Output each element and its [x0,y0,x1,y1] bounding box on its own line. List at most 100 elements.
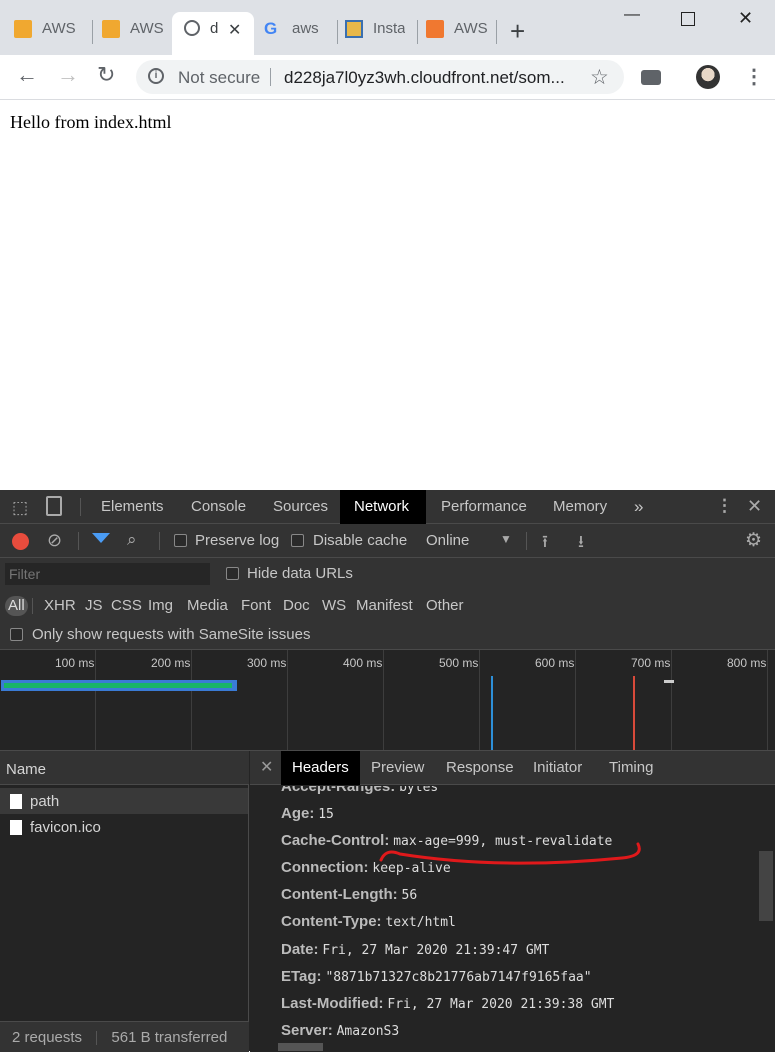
bookmark-star-icon[interactable]: ☆ [590,65,609,90]
type-css[interactable]: CSS [108,596,145,616]
tab-strip: AWS AWS d ✕ G aws Insta AWS + — ✕ [0,0,775,55]
info-icon[interactable]: i [148,68,164,84]
browser-tab-aws-3[interactable]: AWS [426,12,496,55]
devtools-menu-icon[interactable]: ⋮ [716,496,733,516]
new-tab-button[interactable]: + [510,18,525,44]
type-media[interactable]: Media [184,596,231,616]
filter-funnel-icon[interactable] [92,533,110,543]
type-doc[interactable]: Doc [280,596,313,616]
browser-tab-aws-1[interactable]: AWS [14,12,89,55]
request-name: favicon.ico [30,818,101,836]
detail-scrollbar[interactable] [759,851,773,921]
samesite-checkbox[interactable] [10,628,23,641]
notebook-icon [345,20,363,38]
timeline-tick: 500 ms [439,656,479,670]
timeline-gridline [767,650,768,750]
address-bar[interactable]: i Not secure d228ja7l0yz3wh.cloudfront.n… [136,60,624,94]
request-list: Name path favicon.ico 2 requests 561 B t… [0,751,249,1052]
type-js[interactable]: JS [82,596,106,616]
tab-initiator[interactable]: Initiator [522,751,593,785]
name-column-header[interactable]: Name [0,751,249,785]
type-all[interactable]: All [5,596,28,616]
reload-icon[interactable]: ↻ [97,64,115,86]
chevron-down-icon[interactable]: ▼ [500,532,512,546]
tab-headers[interactable]: Headers [281,751,360,785]
tab-sources[interactable]: Sources [263,490,338,524]
clear-icon[interactable]: ⊘ [47,530,62,551]
url-text[interactable]: d228ja7l0yz3wh.cloudfront.net/som... [284,68,574,88]
timeline-tick: 700 ms [631,656,671,670]
type-ws[interactable]: WS [319,596,349,616]
request-row[interactable]: favicon.ico [0,814,248,840]
search-icon[interactable]: ⌕ [127,530,137,550]
google-icon: G [264,19,278,38]
device-toolbar-icon[interactable] [46,496,62,516]
tab-separator [92,20,93,44]
browser-tab-instances[interactable]: Insta [345,12,415,55]
disable-cache-checkbox[interactable] [291,534,304,547]
network-overview-timeline[interactable]: 100 ms 200 ms 300 ms 400 ms 500 ms 600 m… [0,650,775,750]
dom-content-loaded-marker [491,676,493,750]
preserve-log-checkbox[interactable] [174,534,187,547]
timeline-tick: 200 ms [151,656,191,670]
type-xhr[interactable]: XHR [41,596,79,616]
forward-arrow-icon[interactable]: → [57,64,79,86]
type-other[interactable]: Other [423,596,467,616]
browser-tab-aws-2[interactable]: AWS [102,12,167,55]
maximize-icon[interactable] [681,12,695,26]
timeline-gridline [479,650,480,750]
browser-tab-active[interactable]: d ✕ [172,12,254,55]
type-img[interactable]: Img [145,596,176,616]
hide-data-urls-checkbox[interactable] [226,567,239,580]
timeline-gridline [671,650,672,750]
samesite-row: Only show requests with SameSite issues [0,622,775,650]
filter-input[interactable] [5,563,210,585]
horizontal-scrollbar[interactable] [278,1043,323,1051]
devtools-panel: ⬚ Elements Console Sources Network Perfo… [0,490,775,1052]
favicon-request-bar [664,680,674,683]
close-detail-icon[interactable]: ✕ [260,757,273,777]
timeline-gridline [383,650,384,750]
timeline-tick: 100 ms [55,656,95,670]
throttling-select[interactable]: Online [426,532,469,549]
profile-avatar[interactable] [696,65,720,89]
tab-separator [337,20,338,44]
camera-icon[interactable] [641,70,661,85]
record-icon[interactable] [12,533,29,550]
tab-separator [496,20,497,44]
timeline-gridline [191,650,192,750]
request-row[interactable]: path [0,788,248,814]
type-divider [32,598,33,614]
menu-kebab-icon[interactable]: ⋮ [744,64,764,89]
tab-response[interactable]: Response [435,751,525,785]
tab-timing[interactable]: Timing [598,751,664,785]
request-name: path [30,792,60,810]
type-font[interactable]: Font [238,596,274,616]
minimize-icon[interactable]: — [624,6,640,24]
settings-gear-icon[interactable]: ⚙ [745,529,762,552]
more-tabs-icon[interactable]: » [624,490,653,524]
back-arrow-icon[interactable]: ← [16,64,38,86]
browser-toolbar: ← → ↻ i Not secure d228ja7l0yz3wh.cloudf… [0,55,775,100]
tab-console[interactable]: Console [181,490,256,524]
close-tab-icon[interactable]: ✕ [228,20,241,40]
tab-performance[interactable]: Performance [431,490,537,524]
close-window-icon[interactable]: ✕ [738,8,753,29]
hide-data-urls-label: Hide data URLs [247,565,353,582]
tab-network[interactable]: Network [340,490,426,524]
timeline-gridline [287,650,288,750]
browser-tab-google[interactable]: G aws [264,12,336,55]
import-har-icon[interactable]: ⭱ [542,529,548,558]
request-count: 2 requests [12,1029,83,1046]
export-har-icon[interactable]: ⭳ [578,529,584,558]
inspect-element-icon[interactable]: ⬚ [12,498,28,518]
type-manifest[interactable]: Manifest [353,596,416,616]
tab-preview[interactable]: Preview [360,751,435,785]
timeline-tick: 600 ms [535,656,575,670]
timeline-gridline [575,650,576,750]
tab-memory[interactable]: Memory [543,490,617,524]
detail-tabbar: ✕ Headers Preview Response Initiator Tim… [250,751,775,785]
transferred-size: 561 B transferred [111,1029,228,1046]
close-devtools-icon[interactable]: ✕ [747,496,762,517]
tab-elements[interactable]: Elements [91,490,174,524]
